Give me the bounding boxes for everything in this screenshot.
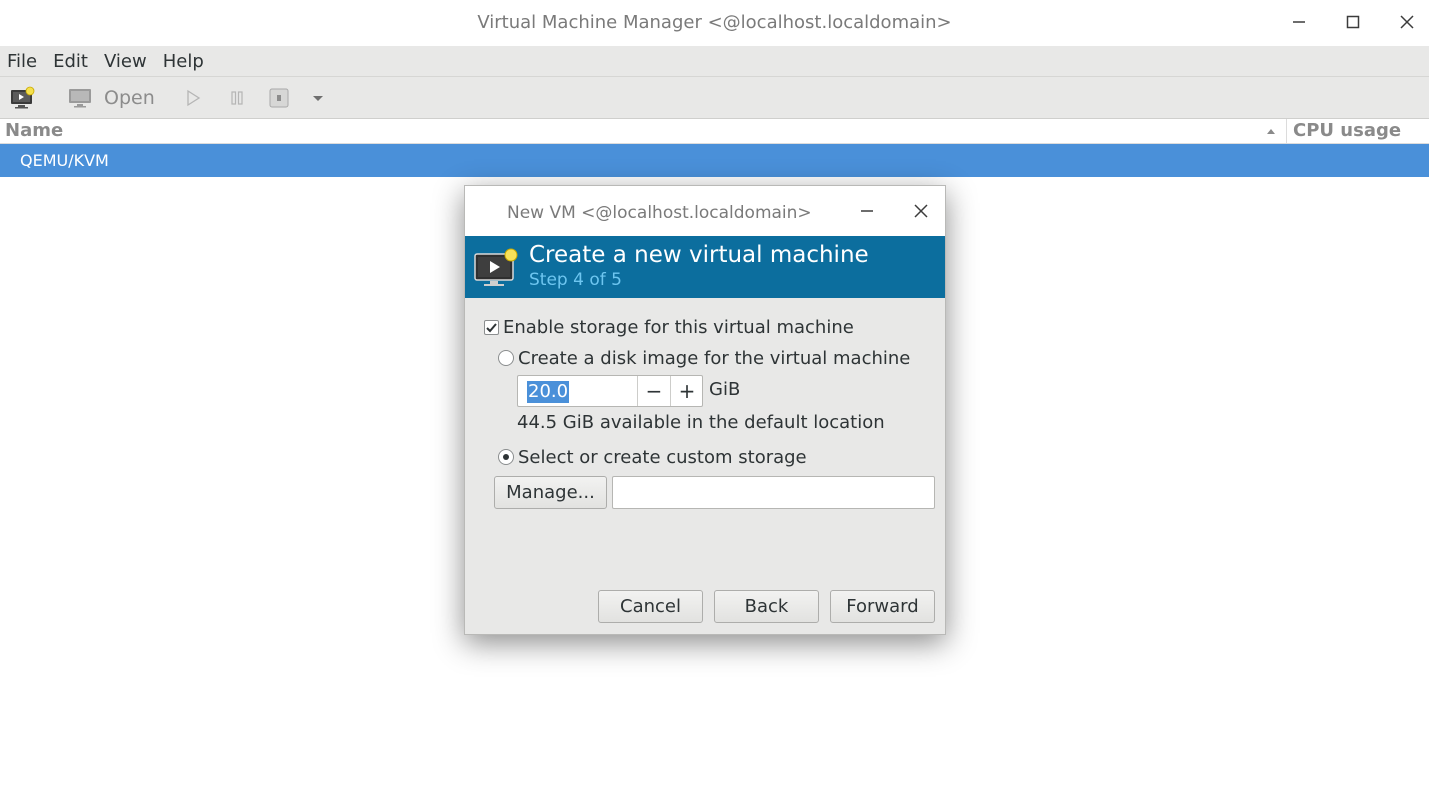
wizard-title: Create a new virtual machine bbox=[529, 242, 869, 268]
pause-icon bbox=[231, 91, 243, 105]
menu-edit[interactable]: Edit bbox=[46, 46, 95, 77]
column-separator bbox=[1286, 119, 1287, 144]
close-button[interactable] bbox=[1392, 8, 1422, 36]
column-name-header[interactable]: Name bbox=[5, 120, 63, 141]
checkmark-icon bbox=[486, 323, 497, 333]
menu-help[interactable]: Help bbox=[156, 46, 211, 77]
disk-size-input[interactable] bbox=[519, 377, 637, 405]
create-disk-radio[interactable] bbox=[498, 350, 514, 366]
menu-file[interactable]: File bbox=[0, 46, 44, 77]
chevron-down-icon bbox=[313, 96, 323, 101]
window-title: Virtual Machine Manager <@localhost.loca… bbox=[477, 12, 952, 33]
new-vm-icon bbox=[11, 86, 35, 109]
connection-row[interactable]: QEMU/KVM bbox=[0, 144, 1429, 177]
shutdown-dropdown[interactable] bbox=[311, 84, 325, 112]
cancel-button[interactable]: Cancel bbox=[598, 590, 703, 623]
dialog-titlebar: New VM <@localhost.localdomain> bbox=[465, 186, 945, 236]
forward-button[interactable]: Forward bbox=[830, 590, 935, 623]
shutdown-button[interactable] bbox=[268, 84, 290, 112]
menubar: File Edit View Help bbox=[0, 46, 1429, 77]
disk-size-spinner: 20.0 − + bbox=[517, 375, 703, 407]
maximize-icon bbox=[1346, 15, 1360, 29]
dialog-minimize-button[interactable] bbox=[853, 200, 881, 222]
run-button[interactable] bbox=[184, 84, 202, 112]
custom-storage-label[interactable]: Select or create custom storage bbox=[518, 447, 807, 468]
dialog-title: New VM <@localhost.localdomain> bbox=[507, 203, 812, 223]
new-vm-dialog: New VM <@localhost.localdomain> Create a… bbox=[464, 185, 946, 635]
create-disk-label[interactable]: Create a disk image for the virtual mach… bbox=[518, 348, 910, 369]
column-cpu-header[interactable]: CPU usage bbox=[1293, 120, 1401, 141]
wizard-banner: Create a new virtual machine Step 4 of 5 bbox=[465, 236, 945, 298]
enable-storage-checkbox[interactable] bbox=[484, 320, 499, 335]
disk-size-decrement-button[interactable]: − bbox=[637, 376, 670, 406]
minimize-button[interactable] bbox=[1284, 8, 1314, 36]
custom-storage-radio[interactable] bbox=[498, 449, 514, 465]
menu-view[interactable]: View bbox=[97, 46, 154, 77]
disk-size-unit: GiB bbox=[709, 379, 741, 400]
shutdown-icon bbox=[269, 88, 289, 108]
open-label: Open bbox=[104, 87, 155, 109]
wizard-step: Step 4 of 5 bbox=[529, 270, 622, 290]
sort-ascending-icon bbox=[1267, 129, 1275, 134]
new-vm-icon bbox=[474, 248, 518, 286]
minus-icon: − bbox=[645, 379, 663, 403]
new-vm-button[interactable] bbox=[9, 84, 37, 112]
back-button[interactable]: Back bbox=[714, 590, 819, 623]
main-titlebar: Virtual Machine Manager <@localhost.loca… bbox=[0, 0, 1429, 46]
close-icon bbox=[914, 204, 928, 218]
custom-storage-path-input[interactable] bbox=[612, 476, 935, 509]
maximize-button[interactable] bbox=[1338, 8, 1368, 36]
list-header: Name CPU usage bbox=[0, 119, 1429, 144]
toolbar: Open bbox=[0, 77, 1429, 119]
dialog-close-button[interactable] bbox=[907, 200, 935, 222]
open-button[interactable]: Open bbox=[68, 84, 155, 112]
minimize-icon bbox=[861, 210, 873, 212]
manage-button[interactable]: Manage... bbox=[494, 476, 607, 509]
pause-button[interactable] bbox=[228, 84, 246, 112]
disk-size-increment-button[interactable]: + bbox=[670, 376, 703, 406]
radio-selected-dot bbox=[503, 454, 509, 460]
minimize-icon bbox=[1293, 21, 1305, 23]
monitor-icon bbox=[69, 89, 91, 108]
connection-name: QEMU/KVM bbox=[20, 151, 109, 170]
plus-icon: + bbox=[678, 379, 696, 403]
enable-storage-label[interactable]: Enable storage for this virtual machine bbox=[503, 317, 854, 338]
available-space-text: 44.5 GiB available in the default locati… bbox=[517, 412, 885, 433]
close-icon bbox=[1400, 15, 1414, 29]
play-icon bbox=[187, 89, 201, 107]
